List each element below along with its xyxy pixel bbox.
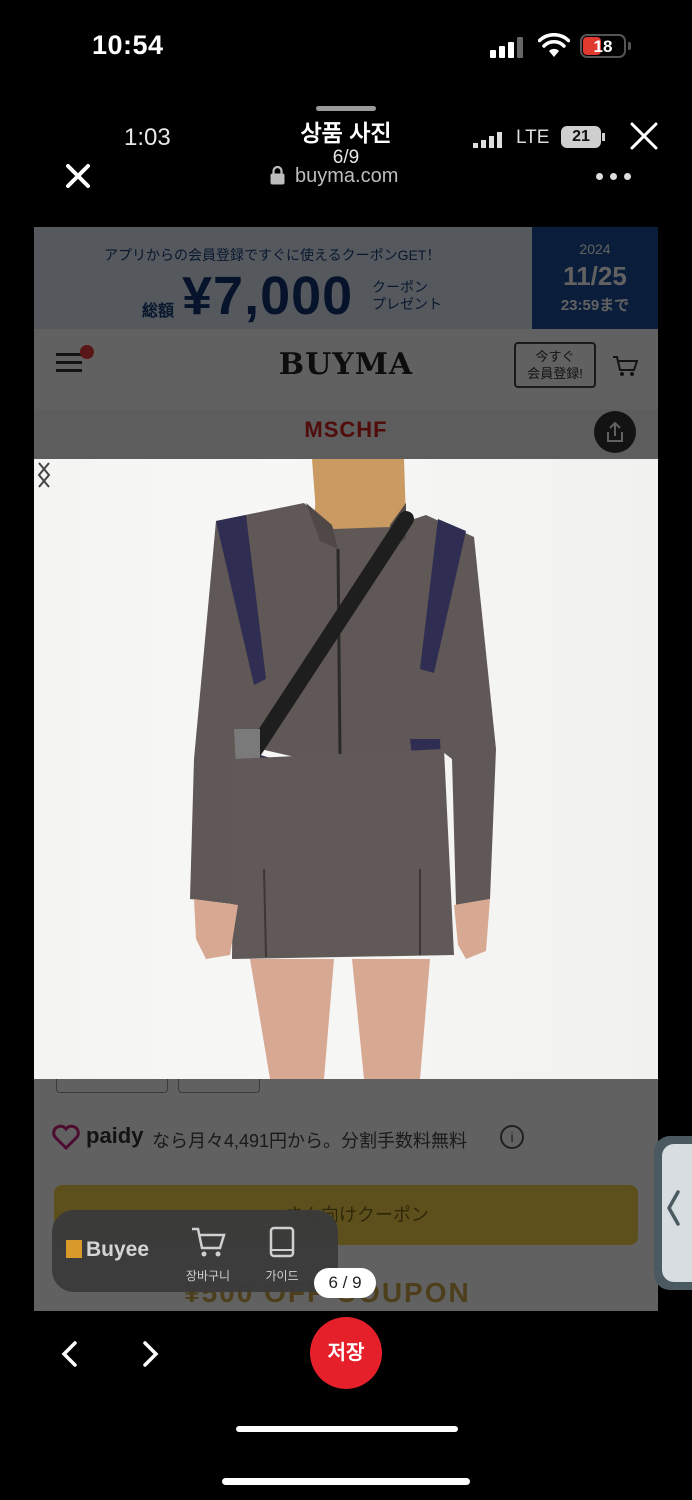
promo-date: 11/25 [563,261,627,291]
battery-cap [628,42,631,50]
status-time: 10:54 [92,30,164,60]
url-text: buyma.com [295,165,399,187]
promo-coupon-line1: クーポン [372,279,428,295]
brand-name[interactable]: MSCHF [34,417,658,443]
buyee-cart-label: 장바구니 [185,1269,231,1283]
promo-time: 23:59まで [560,297,630,314]
paidy-text: なら月々4,491円から。分割手数料無料 [152,1131,468,1151]
promo-deadline: 2024 11/25 23:59まで [532,227,658,329]
tags-row [56,1079,356,1093]
inner-status-time: 1:03 [124,124,171,151]
more-icon[interactable] [596,173,632,181]
buyee-logo-text: Buyee [86,1238,150,1261]
cart-icon [192,1227,226,1257]
promo-year: 2024 [579,241,611,257]
share-icon[interactable] [594,411,636,453]
paidy-row[interactable]: paidy なら月々4,491円から。分割手数料無料 i [52,1121,652,1155]
viewer-title: 상품 사진 [300,120,392,146]
promo-coupon-label: クーポン プレゼント [372,279,442,313]
home-indicator[interactable] [222,1478,470,1485]
book-icon [269,1226,295,1258]
promo-banner[interactable]: アプリからの会員登録ですぐに使えるクーポンGET！ 総額 ¥7,000 クーポン… [34,227,658,329]
page-indicator: 6 / 9 [314,1268,376,1298]
battery-level: 18 [593,37,613,56]
buyee-cart-button[interactable]: 장바구니 [180,1226,236,1284]
chevron-right-icon[interactable] [34,459,54,491]
promo-amount: ¥7,000 [182,266,354,326]
web-page: アプリからの会員登録ですぐに使えるクーポンGET！ 総額 ¥7,000 クーポン… [34,227,658,1311]
sheet-grabber[interactable] [316,106,376,111]
product-photo[interactable] [34,459,658,1079]
promo-coupon-line2: プレゼント [372,296,442,312]
network-type: LTE [516,127,550,148]
register-line2: 会員登録! [527,366,583,381]
buyee-guide-button[interactable]: 가이드 [254,1226,310,1284]
brand-strip: MSCHF [34,409,658,459]
inner-battery-icon: 21 [561,126,601,148]
promo-headline: アプリからの会員登録ですぐに使えるクーポンGET！ [104,247,441,263]
cellular-signal-icon [490,36,526,58]
model-illustration [190,459,496,1079]
paidy-heart-icon [52,1124,80,1151]
previous-image-button[interactable] [56,1338,82,1370]
inner-battery-cap [602,133,605,141]
battery-icon: 18 [580,34,626,58]
save-button[interactable]: 저장 [310,1317,382,1389]
promo-total-label: 総額 [142,303,175,320]
status-bar: 10:54 18 [0,0,692,95]
chevron-left-icon [666,1190,680,1226]
url-bar[interactable]: buyma.com [270,165,398,191]
inner-home-indicator [236,1426,458,1432]
register-line1: 今すぐ [535,349,575,364]
lock-icon [270,165,285,185]
buyee-guide-label: 가이드 [265,1269,299,1283]
side-panel-handle[interactable] [654,1136,692,1290]
close-icon[interactable] [628,120,660,152]
buyee-toolbar: Buyee 장바구니 가이드 [52,1210,338,1292]
buyee-logo[interactable]: Buyee [66,1238,149,1262]
close-icon[interactable] [64,162,92,190]
info-icon[interactable]: i [500,1125,524,1149]
paidy-logo: paidy [86,1123,144,1148]
cart-icon[interactable] [612,355,638,377]
next-image-button[interactable] [138,1338,164,1370]
inner-signal-icon [473,132,505,148]
site-header: BUYMA 今すぐ 会員登録! [34,329,658,409]
register-button[interactable]: 今すぐ 会員登録! [514,342,596,388]
wifi-icon [538,33,570,57]
